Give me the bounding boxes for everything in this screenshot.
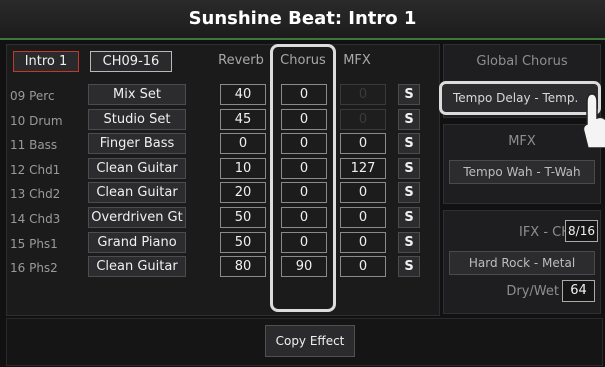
solo-button[interactable]: S [398,158,420,179]
solo-button[interactable]: S [398,133,420,154]
effect-button[interactable]: Finger Bass [88,133,186,154]
part-label: 12 Chd1 [10,163,61,177]
part-label: 09 Perc [10,89,55,103]
solo-button[interactable]: S [398,109,420,130]
reverb-value[interactable]: 50 [220,207,266,228]
part-label: 13 Chd2 [10,187,61,201]
channel-range-button[interactable]: CH09-16 [90,51,172,72]
chorus-value[interactable]: 90 [281,256,327,277]
reverb-value[interactable]: 0 [220,133,266,154]
effect-button[interactable]: Overdriven Gt [88,207,186,228]
mfx-value[interactable]: 127 [340,158,386,179]
reverb-value[interactable]: 20 [220,182,266,203]
mfx-label: MFX [508,134,536,149]
part-label: 10 Drum [10,114,63,128]
chorus-value[interactable]: 0 [281,182,327,203]
part-label: 11 Bass [10,138,58,152]
ifx-type-button[interactable]: Hard Rock - Metal [449,251,595,275]
col-header-mfx: MFX [343,53,371,68]
effect-button[interactable]: Studio Set [88,109,186,130]
effect-button[interactable]: Grand Piano [88,232,186,253]
global-chorus-value-button[interactable]: Tempo Delay - Temp. [439,81,601,115]
mfx-value[interactable]: 0 [340,182,386,203]
solo-button[interactable]: S [398,232,420,253]
global-chorus-value: Tempo Delay - Temp. [453,91,579,105]
mfx-value[interactable]: 0 [340,84,386,105]
mfx-value[interactable]: 0 [340,207,386,228]
reverb-value[interactable]: 10 [220,158,266,179]
global-chorus-label: Global Chorus [476,54,568,69]
window-title: Sunshine Beat: Intro 1 [0,0,605,40]
app-window: Sunshine Beat: Intro 1 Intro 1 CH09-16 R… [0,0,605,367]
mfx-value[interactable]: 0 [340,133,386,154]
chorus-value[interactable]: 0 [281,232,327,253]
effect-button[interactable]: Clean Guitar [88,182,186,203]
hand-pointer-icon [582,88,605,149]
chorus-value[interactable]: 0 [281,84,327,105]
part-label: 16 Phs2 [10,261,58,275]
part-label: 14 Chd3 [10,212,61,226]
chorus-value[interactable]: 0 [281,207,327,228]
drywet-value[interactable]: 64 [562,280,595,302]
effect-button[interactable]: Mix Set [88,84,186,105]
intro-button[interactable]: Intro 1 [13,51,79,72]
part-label: 15 Phs1 [10,237,58,251]
chorus-value[interactable]: 0 [281,158,327,179]
chorus-value[interactable]: 0 [281,133,327,154]
drywet-label: Dry/Wet [506,284,559,299]
mfx-value[interactable]: 0 [340,256,386,277]
chorus-value[interactable]: 0 [281,109,327,130]
effect-button[interactable]: Clean Guitar [88,256,186,277]
mfx-value[interactable]: 0 [340,232,386,253]
solo-button[interactable]: S [398,256,420,277]
reverb-value[interactable]: 45 [220,109,266,130]
reverb-value[interactable]: 50 [220,232,266,253]
copy-effect-button[interactable]: Copy Effect [265,325,355,357]
mfx-type-button[interactable]: Tempo Wah - T-Wah [449,160,595,184]
effect-button[interactable]: Clean Guitar [88,158,186,179]
reverb-value[interactable]: 80 [220,256,266,277]
ifx-channel-value[interactable]: 8/16 [565,220,598,242]
solo-button[interactable]: S [398,84,420,105]
mfx-value[interactable]: 0 [340,109,386,130]
reverb-value[interactable]: 40 [220,84,266,105]
solo-button[interactable]: S [398,207,420,228]
solo-button[interactable]: S [398,182,420,203]
col-header-reverb: Reverb [218,53,264,68]
